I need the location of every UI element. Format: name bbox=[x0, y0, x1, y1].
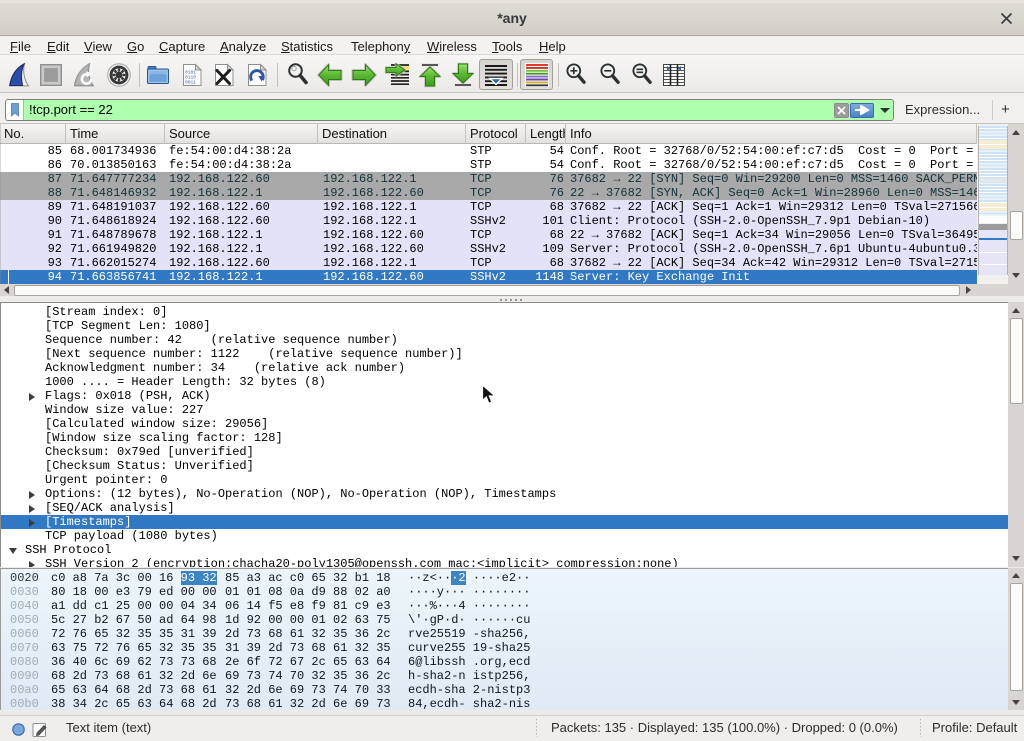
svg-text:0011: 0011 bbox=[185, 80, 196, 86]
